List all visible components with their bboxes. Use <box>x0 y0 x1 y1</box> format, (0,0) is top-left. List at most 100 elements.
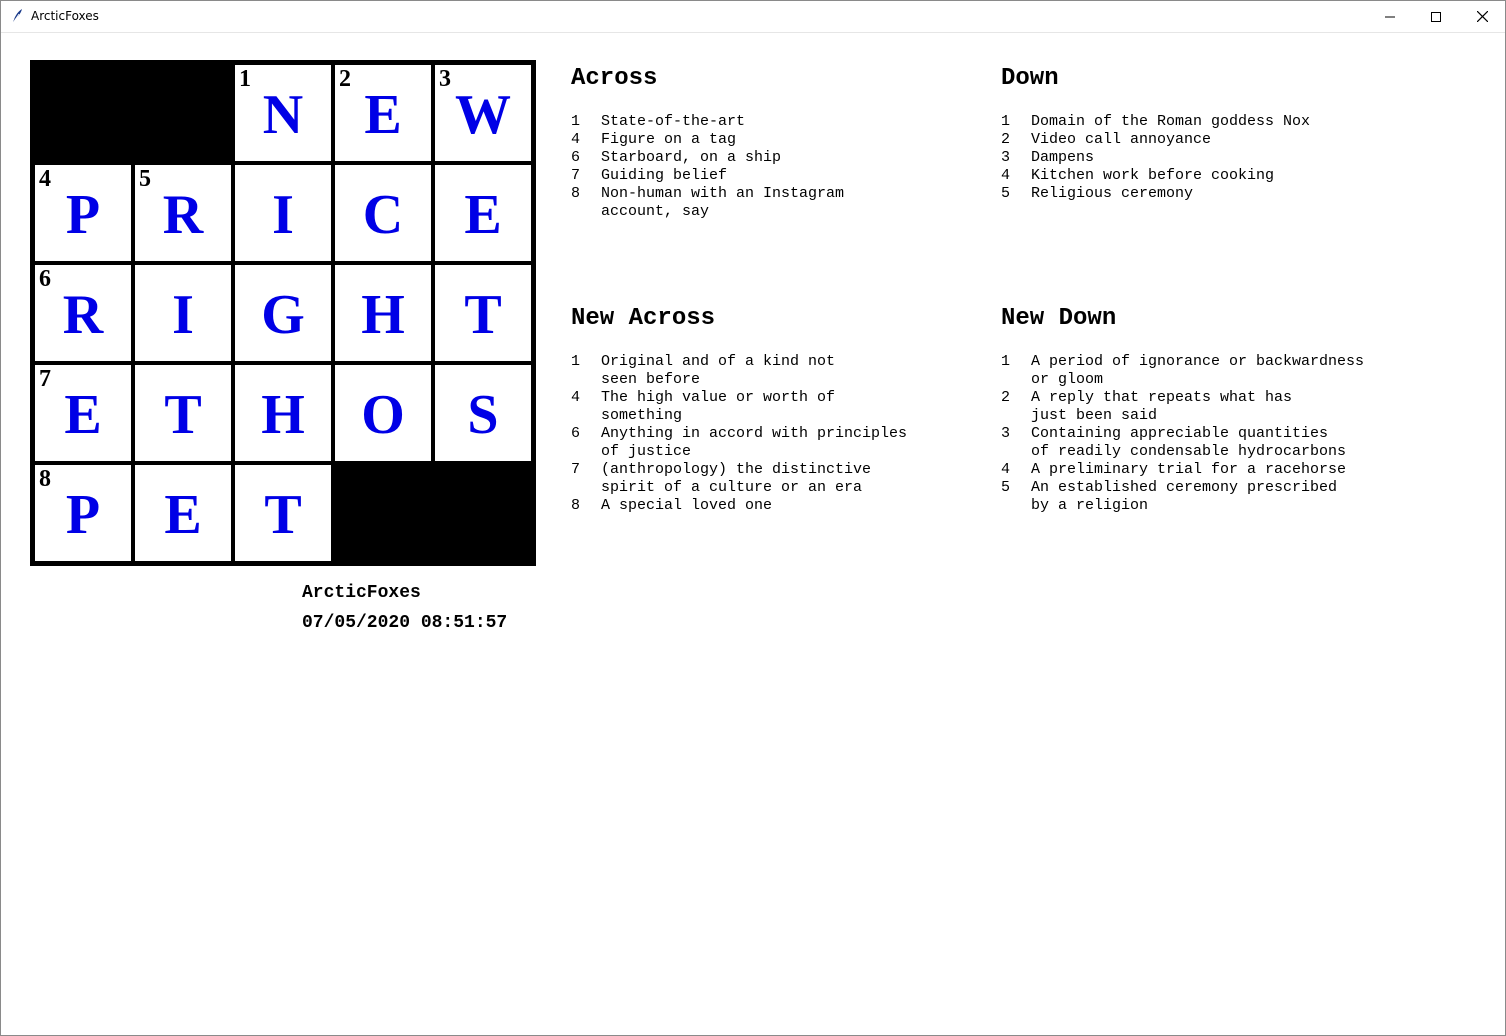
clue-item: 2 A reply that repeats what has <box>1001 389 1364 407</box>
across-clues: Across 1 State-of-the-art 4 Figure on a tag… <box>571 65 844 221</box>
grid-cell[interactable]: 7E <box>35 365 131 461</box>
grid-cell[interactable]: H <box>235 365 331 461</box>
clue-number: 6 <box>571 149 581 166</box>
clue-text: Containing appreciable quantities <box>1031 425 1329 442</box>
clue-number: 2 <box>1001 131 1011 148</box>
title-bar[interactable]: ArcticFoxes <box>1 1 1505 33</box>
clue-number <box>1001 497 1031 515</box>
cell-letter: I <box>272 184 294 246</box>
cell-letter: E <box>464 184 502 246</box>
grid-cell[interactable]: 5R <box>135 165 231 261</box>
cell-letter: E <box>364 84 402 146</box>
cell-letter: S <box>467 384 499 446</box>
grid-cell[interactable]: T <box>435 265 531 361</box>
grid-cell[interactable]: I <box>135 265 231 361</box>
clue-text: something <box>601 407 683 424</box>
clue-item: 8 Non-human with an Instagram <box>571 185 844 203</box>
clue-number: 4 <box>571 131 581 148</box>
clue-item: 1 Domain of the Roman goddess Nox <box>1001 113 1310 131</box>
clue-text: spirit of a culture or an era <box>601 479 863 496</box>
close-button[interactable] <box>1459 1 1505 32</box>
grid-cell[interactable]: 8P <box>35 465 131 561</box>
grid-cell-black <box>435 465 531 561</box>
clue-item: 3 Containing appreciable quantities <box>1001 425 1364 443</box>
grid-cell[interactable]: 6R <box>35 265 131 361</box>
new-across-clue-list: 1 Original and of a kind not seen before 4 T… <box>571 353 907 515</box>
clue-item: 4 The high value or worth of <box>571 389 907 407</box>
grid-cell[interactable]: 1N <box>235 65 331 161</box>
clue-number: 7 <box>571 461 581 478</box>
minimize-button[interactable] <box>1367 1 1413 32</box>
clue-text: Figure on a tag <box>601 131 737 148</box>
down-clues: Down 1 Domain of the Roman goddess Nox 2 Vi… <box>1001 65 1310 203</box>
clue-number: 8 <box>571 497 581 514</box>
clue-text: Non-human with an Instagram <box>601 185 845 202</box>
grid-cell[interactable]: S <box>435 365 531 461</box>
clue-number: 4 <box>1001 167 1011 184</box>
grid-cell[interactable]: O <box>335 365 431 461</box>
grid-cell[interactable]: E <box>135 465 231 561</box>
puzzle-datetime: 07/05/2020 08:51:57 <box>302 613 508 633</box>
clue-number <box>1001 407 1031 425</box>
clue-number <box>571 443 601 461</box>
feather-icon <box>10 8 24 24</box>
clue-text: of readily condensable hydrocarbons <box>1031 443 1347 460</box>
grid-cell[interactable]: H <box>335 265 431 361</box>
crossword-grid: 1N2E3W4P5RICE6RIGHT7ETHOS8PET <box>30 60 536 566</box>
cell-letter: O <box>361 384 405 446</box>
cell-letter: E <box>64 384 102 446</box>
grid-cell[interactable]: T <box>235 465 331 561</box>
clue-item-continued: just been said <box>1001 407 1364 425</box>
clue-text: A reply that repeats what has <box>1031 389 1293 406</box>
cell-letter: P <box>65 184 101 246</box>
clue-item-continued: seen before <box>571 371 907 389</box>
grid-cell-black <box>135 65 231 161</box>
cell-letter: T <box>264 484 302 546</box>
clue-number: 4 <box>571 389 581 406</box>
clue-number: 8 <box>571 185 581 202</box>
clue-item: 1 State-of-the-art <box>571 113 844 131</box>
across-heading: Across <box>571 65 658 92</box>
cell-letter: C <box>362 184 404 246</box>
clue-item-continued: of readily condensable hydrocarbons <box>1001 443 1364 461</box>
clue-number: 1 <box>571 113 581 130</box>
clue-number: 5 <box>1001 185 1011 202</box>
cell-letter: N <box>262 84 304 146</box>
clue-item-continued: something <box>571 407 907 425</box>
clue-item: 5 An established ceremony prescribed <box>1001 479 1364 497</box>
clue-text: account, say <box>601 203 710 220</box>
grid-cell[interactable]: 3W <box>435 65 531 161</box>
grid-cell[interactable]: T <box>135 365 231 461</box>
clue-number: 1 <box>1001 113 1011 130</box>
clue-item: 6 Starboard, on a ship <box>571 149 844 167</box>
new-down-clues: New Down 1 A period of ignorance or backw… <box>1001 305 1364 515</box>
grid-cell[interactable]: C <box>335 165 431 261</box>
grid-cell[interactable]: E <box>435 165 531 261</box>
maximize-button[interactable] <box>1413 1 1459 32</box>
clue-text: Domain of the Roman goddess Nox <box>1031 113 1311 130</box>
grid-cell[interactable]: 2E <box>335 65 431 161</box>
clue-text: of justice <box>601 443 692 460</box>
clue-text: Kitchen work before cooking <box>1031 167 1275 184</box>
clue-text: A special loved one <box>601 497 773 514</box>
clue-text: seen before <box>601 371 701 388</box>
across-clue-list: 1 State-of-the-art 4 Figure on a tag 6 Starbo… <box>571 113 844 221</box>
clue-item: 1 Original and of a kind not <box>571 353 907 371</box>
clue-text: State-of-the-art <box>601 113 746 130</box>
clue-text: by a religion <box>1031 497 1149 514</box>
minimize-icon <box>1385 16 1395 17</box>
new-down-clue-list: 1 A period of ignorance or backwardness or… <box>1001 353 1364 515</box>
down-clue-list: 1 Domain of the Roman goddess Nox 2 Video c… <box>1001 113 1310 203</box>
clue-number <box>1001 371 1031 389</box>
clue-item-continued: by a religion <box>1001 497 1364 515</box>
grid-cell[interactable]: I <box>235 165 331 261</box>
cell-letter: W <box>455 84 511 146</box>
clue-number <box>1001 443 1031 461</box>
clue-item-continued: account, say <box>571 203 844 221</box>
clue-text: or gloom <box>1031 371 1104 388</box>
grid-cell[interactable]: G <box>235 265 331 361</box>
clue-item: 7 Guiding belief <box>571 167 844 185</box>
clue-item: 4 A preliminary trial for a racehorse <box>1001 461 1364 479</box>
clue-text: Anything in accord with principles <box>601 425 908 442</box>
grid-cell[interactable]: 4P <box>35 165 131 261</box>
